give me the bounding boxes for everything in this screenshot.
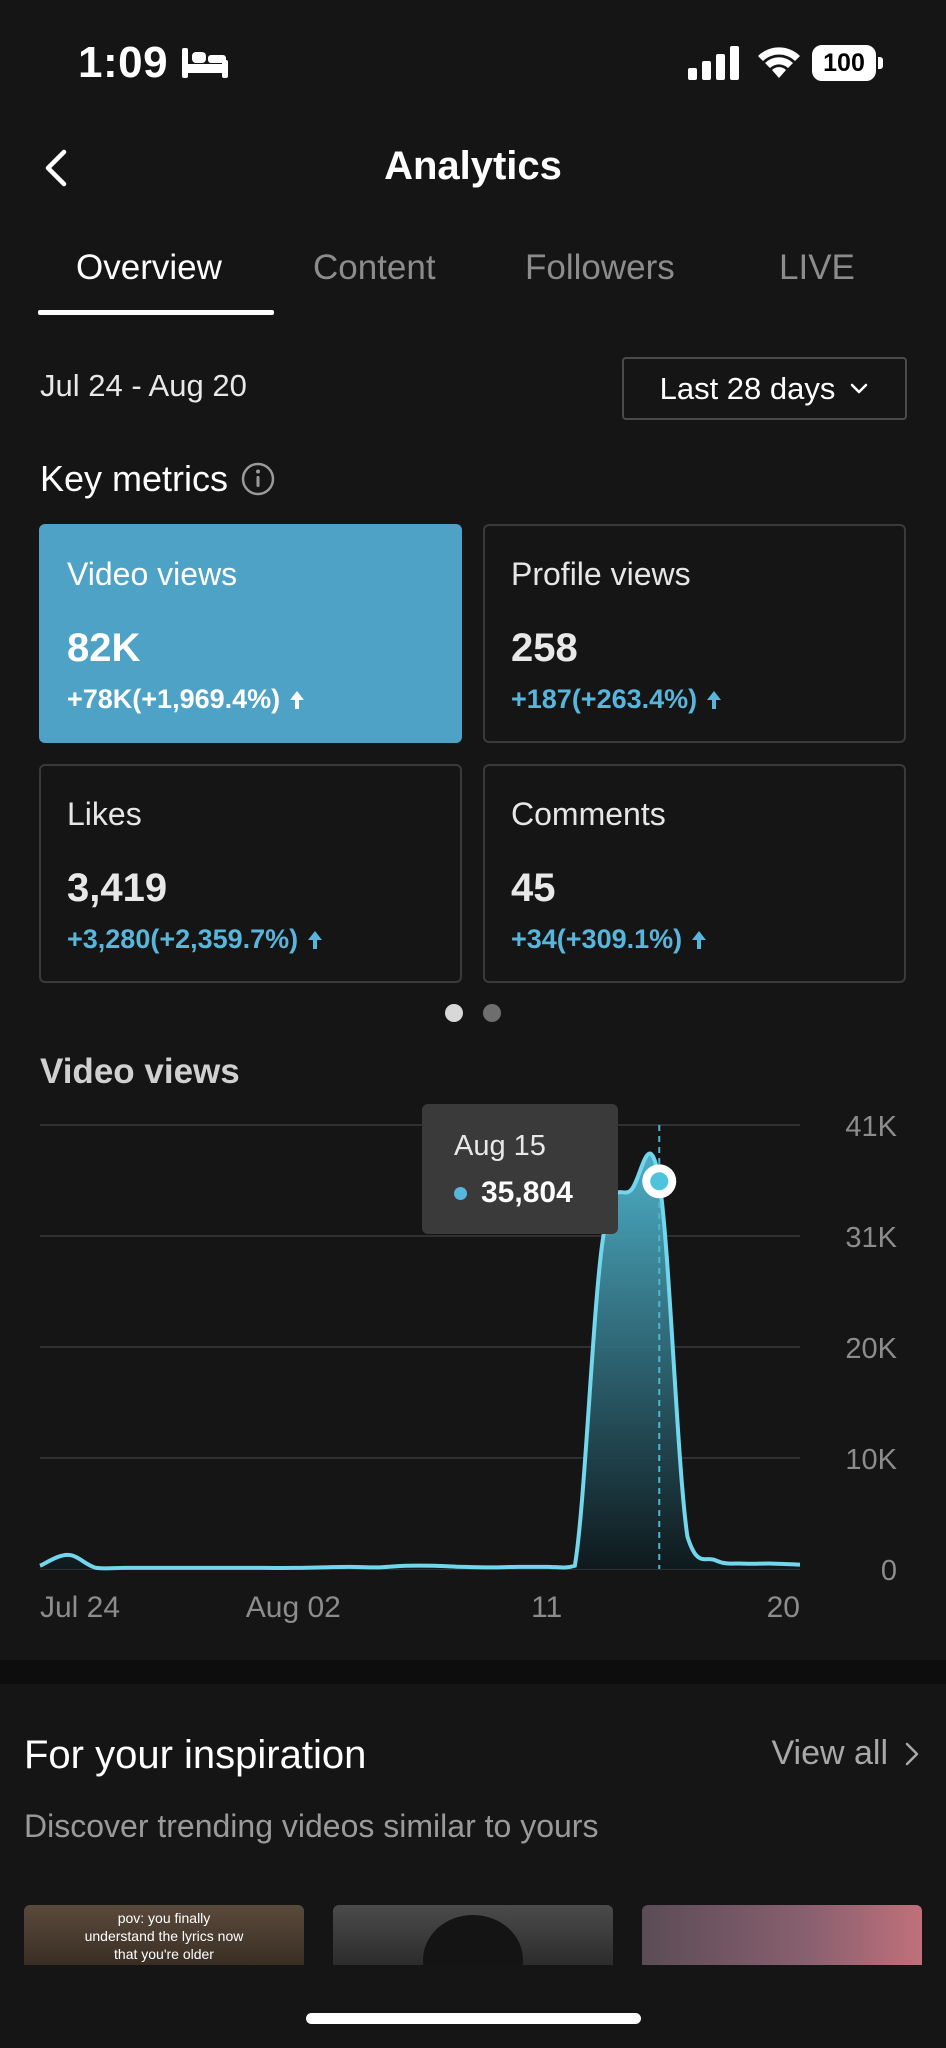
metric-value: 82K [67,626,141,670]
video-thumbnail[interactable]: pov: you finally understand the lyrics n… [24,1905,304,1965]
tab-overview[interactable]: Overview [76,248,222,288]
tab-bar: Overview Content Followers LIVE [38,240,908,320]
y-tick-label: 41K [845,1111,897,1143]
status-time: 1:09 [78,38,169,87]
metric-value: 45 [511,866,556,910]
arrow-up-icon [692,930,707,949]
x-tick-label: Jul 24 [40,1591,120,1624]
battery-icon: 100 [812,44,884,82]
arrow-up-icon [308,930,323,949]
chevron-right-icon [905,1742,919,1765]
video-thumbnail[interactable] [642,1905,922,1965]
chart-tooltip: Aug 15 35,804 [422,1104,618,1234]
pagination-dots [0,1004,946,1022]
page-dot[interactable] [483,1004,501,1022]
active-tab-indicator [38,310,274,315]
data-point-marker-inner [650,1172,669,1191]
metric-card-profile-views[interactable]: Profile views 258 +187(+263.4%) [483,524,906,743]
metric-change: +3,280(+2,359.7%) [67,924,324,955]
metric-change-text: +3,280(+2,359.7%) [67,924,299,954]
metric-label: Profile views [511,556,691,592]
metric-value: 3,419 [67,866,168,910]
key-metrics-label: Key metrics [40,458,229,499]
page-dot[interactable] [445,1004,463,1022]
status-bar: 1:09 100 [0,0,946,120]
view-all-label: View all [771,1734,888,1772]
metric-change-text: +187(+263.4%) [511,684,698,714]
inspiration-title: For your inspiration [24,1733,367,1777]
tab-live[interactable]: LIVE [779,248,855,288]
x-tick-label: 11 [531,1591,562,1624]
y-tick-label: 0 [881,1555,897,1587]
x-tick-label: 20 [767,1591,800,1624]
signal-icon [688,46,739,80]
metric-change-text: +78K(+1,969.4%) [67,684,281,714]
y-tick-label: 31K [845,1222,897,1254]
date-range: Jul 24 - Aug 20 [40,368,247,403]
period-dropdown[interactable]: Last 28 days [622,357,907,420]
metric-label: Comments [511,796,666,832]
tooltip-value: 35,804 [481,1176,573,1209]
view-all-link[interactable]: View all [771,1734,920,1773]
metric-label: Video views [67,556,238,592]
thumbnail-caption: pov: you finally understand the lyrics n… [84,1910,244,1962]
bed-icon [182,48,228,78]
chevron-down-icon [851,383,868,393]
info-icon[interactable] [240,461,276,497]
metric-card-comments[interactable]: Comments 45 +34(+309.1%) [483,764,906,983]
metric-change: +187(+263.4%) [511,684,723,715]
series-dot [454,1186,467,1200]
metric-label: Likes [67,796,142,832]
x-tick-label: Aug 02 [246,1591,341,1624]
metric-change-text: +34(+309.1%) [511,924,683,954]
arrow-up-icon [290,690,305,709]
tooltip-date: Aug 15 [454,1130,546,1162]
metric-change: +34(+309.1%) [511,924,708,955]
arrow-up-icon [707,690,722,709]
section-divider [0,1660,946,1684]
wifi-icon [758,47,800,78]
key-metrics-title: Key metrics [40,458,276,500]
period-dropdown-value: Last 28 days [659,370,836,406]
y-tick-label: 10K [845,1444,897,1476]
battery-level: 100 [823,48,865,77]
video-thumbnail[interactable] [333,1905,613,1965]
metric-value: 258 [511,626,578,670]
tab-followers[interactable]: Followers [525,248,675,288]
tooltip-value-row: 35,804 [454,1176,573,1210]
page-title: Analytics [384,144,562,188]
metric-card-video-views[interactable]: Video views 82K +78K(+1,969.4%) [39,524,462,743]
thumbnail-image [423,1915,523,1965]
home-indicator [306,2013,641,2024]
chart-title: Video views [40,1052,240,1091]
tab-content[interactable]: Content [313,248,436,288]
inspiration-subtitle: Discover trending videos similar to your… [24,1808,599,1844]
metric-change: +78K(+1,969.4%) [67,684,306,715]
y-tick-label: 20K [845,1333,897,1365]
series-line [39,1151,801,1571]
metric-card-likes[interactable]: Likes 3,419 +3,280(+2,359.7%) [39,764,462,983]
